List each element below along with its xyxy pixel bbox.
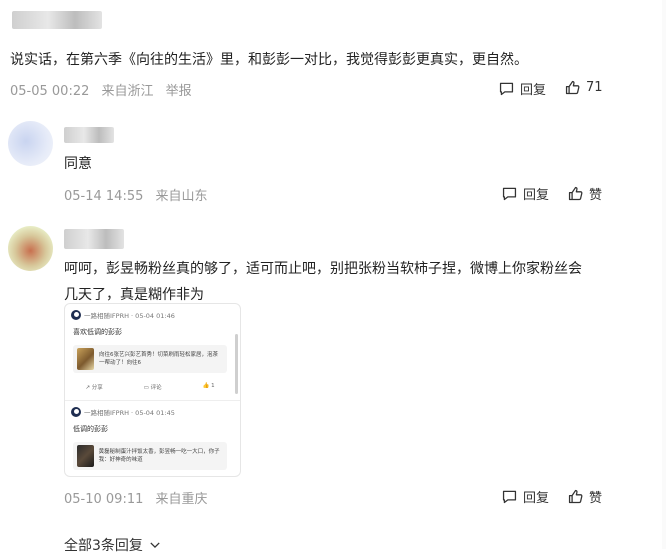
- embedded-user-label: 一路相随IFPRH · 05-04 01:45: [84, 409, 175, 417]
- embedded-user: 一路相随IFPRH · 05-04 01:45: [71, 407, 235, 417]
- comment-meta: 05-05 00:22 来自浙江 举报: [10, 80, 200, 99]
- embedded-screenshot[interactable]: 一路相随IFPRH · 05-04 01:46 喜欢低调的彭彭 向往6张艺兴彭艺…: [64, 303, 241, 477]
- comment-date: 05-05 00:22: [10, 84, 90, 99]
- embedded-user-label: 一路相随IFPRH · 05-04 01:46: [84, 312, 175, 320]
- avatar[interactable]: [8, 226, 53, 271]
- chevron-down-icon: [150, 542, 160, 548]
- embedded-card-text: 黄磊秘制蛋汁拌饭太香，彭昱畅一吃一大口，你子我：好神奇的味道: [98, 449, 220, 463]
- avatar[interactable]: [8, 121, 53, 166]
- all-replies-link[interactable]: 全部3条回复: [64, 535, 162, 555]
- reply-button[interactable]: 回复: [501, 487, 549, 506]
- embedded-like: 👍 1: [202, 383, 215, 389]
- page-edge: [662, 0, 666, 549]
- reply-location: 来自山东: [155, 189, 208, 204]
- comment-location: 来自浙江: [101, 84, 154, 99]
- reply-meta: 05-10 09:11 来自重庆: [64, 488, 216, 507]
- embedded-comment: 一路相随IFPRH · 05-04 01:45 低调的彭彭 黄磊秘制蛋汁拌饭太香…: [65, 407, 235, 470]
- comment-text: 说实话，在第六季《向往的生活》里，和彭彭一对比，我觉得彭彭更真实，更自然。: [10, 52, 528, 68]
- user-logo-icon: [71, 310, 81, 320]
- comment-bubble-icon: [499, 82, 514, 96]
- embedded-text: 低调的彭彭: [73, 425, 108, 433]
- like-label: 赞: [589, 188, 603, 203]
- reply-location: 来自重庆: [155, 492, 208, 507]
- reply-button[interactable]: 回复: [498, 79, 546, 98]
- like-label: 赞: [589, 491, 603, 506]
- embedded-user: 一路相随IFPRH · 05-04 01:46: [71, 310, 235, 320]
- reply-username-blurred: [64, 229, 124, 249]
- embedded-actions: ↗ 分享 ▭ 评论 👍 1: [65, 383, 235, 391]
- embedded-card: 黄磊秘制蛋汁拌饭太香，彭昱畅一吃一大口，你子我：好神奇的味道: [73, 442, 227, 470]
- like-button[interactable]: 赞: [567, 487, 602, 506]
- embedded-comment-count: ▭ 评论: [143, 385, 162, 391]
- reply-button[interactable]: 回复: [501, 184, 549, 203]
- reply-date: 05-14 14:55: [64, 189, 144, 204]
- top-username-blurred: [12, 11, 102, 29]
- like-button[interactable]: 赞: [567, 184, 602, 203]
- comment-bubble-icon: [502, 490, 517, 504]
- embedded-share: ↗ 分享: [85, 385, 103, 391]
- like-count: 71: [586, 80, 603, 95]
- reply-date: 05-10 09:11: [64, 492, 144, 507]
- video-thumbnail: [77, 348, 94, 370]
- reply-text: 同意: [64, 156, 92, 172]
- reply-label: 回复: [523, 188, 550, 203]
- thumbs-up-icon: [565, 80, 580, 95]
- all-replies-label: 全部3条回复: [64, 538, 143, 554]
- thumbs-up-icon: [568, 489, 583, 504]
- embedded-card: 向往6张艺兴彭艺首秀！切菜刷雨轻松家居，泡茶一帮动了！向往6: [73, 345, 227, 373]
- embedded-text: 喜欢低调的彭彭: [73, 328, 122, 336]
- divider: [65, 400, 240, 401]
- reply-label: 回复: [523, 491, 550, 506]
- like-button[interactable]: 71: [564, 79, 603, 96]
- reply-meta: 05-14 14:55 来自山东: [64, 185, 216, 204]
- scrollbar[interactable]: [235, 334, 238, 394]
- embedded-card-text: 向往6张艺兴彭艺首秀！切菜刷雨轻松家居，泡茶一帮动了！向往6: [98, 352, 218, 366]
- user-logo-icon: [71, 407, 81, 417]
- comment-bubble-icon: [502, 187, 517, 201]
- thumbs-up-icon: [568, 186, 583, 201]
- reply-text-line: 呵呵，彭昱畅粉丝真的够了，适可而止吧，别把张粉当软柿子捏，微博上你家粉丝会: [64, 261, 582, 277]
- reply-label: 回复: [520, 83, 547, 98]
- video-thumbnail: [77, 445, 94, 467]
- reply-username-blurred: [64, 127, 114, 143]
- embedded-comment: 一路相随IFPRH · 05-04 01:46 喜欢低调的彭彭 向往6张艺兴彭艺…: [65, 310, 235, 391]
- report-link[interactable]: 举报: [166, 84, 192, 99]
- reply-text: 呵呵，彭昱畅粉丝真的够了，适可而止吧，别把张粉当软柿子捏，微博上你家粉丝会 几天…: [64, 256, 624, 308]
